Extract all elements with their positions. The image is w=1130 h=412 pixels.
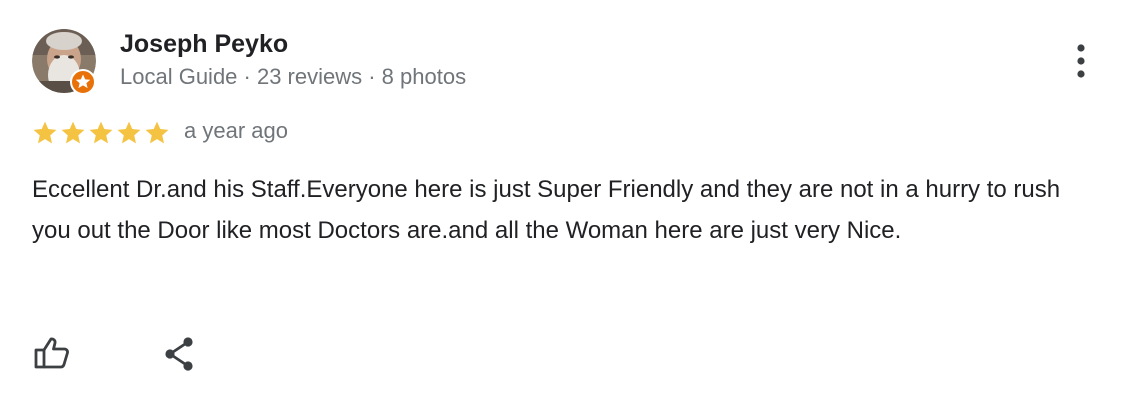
- more-vert-icon: [1077, 44, 1085, 78]
- local-guide-badge-icon: [70, 69, 96, 95]
- star-icon: [89, 121, 113, 144]
- star-icon: [145, 121, 169, 144]
- share-icon: [165, 337, 193, 371]
- review-text: Eccellent Dr.and his Staff.Everyone here…: [32, 176, 1061, 244]
- star-icon: [33, 121, 57, 144]
- share-button[interactable]: [156, 330, 204, 378]
- star-icon: [117, 121, 141, 144]
- avatar[interactable]: [32, 29, 96, 95]
- review-card: Joseph Peyko Local Guide · 23 reviews · …: [0, 0, 1130, 412]
- reviewer-name[interactable]: Joseph Peyko: [120, 30, 288, 59]
- star-icon: [61, 121, 85, 144]
- more-options-button[interactable]: [1064, 40, 1098, 84]
- star-rating: [31, 119, 171, 147]
- reviewer-meta[interactable]: Local Guide · 23 reviews · 8 photos: [120, 64, 466, 90]
- like-button[interactable]: [28, 330, 76, 378]
- review-date: a year ago: [184, 118, 288, 143]
- thumb-up-icon: [34, 337, 69, 369]
